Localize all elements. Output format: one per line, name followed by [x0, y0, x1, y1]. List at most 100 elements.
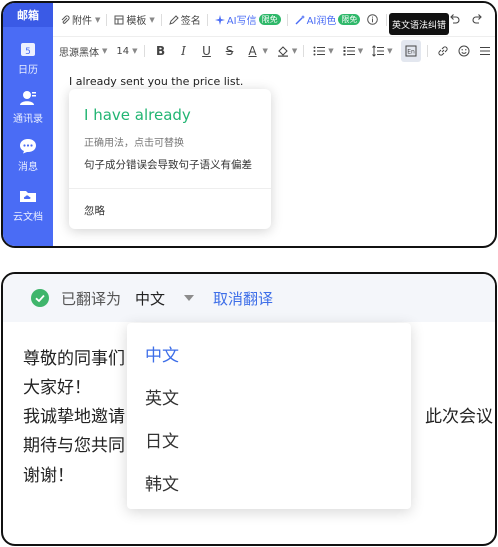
caret-down-icon[interactable]	[183, 292, 195, 304]
info-button[interactable]	[367, 14, 380, 25]
link-icon	[438, 46, 449, 56]
format-toolbar: 思源黑体 ▼ 14 ▼ B I U S A ▼ ▼ ▼ ▼ ▼ En	[53, 37, 495, 65]
body-line: 谢谢！	[23, 466, 74, 486]
sidebar-item-calendar[interactable]: 5 日历	[3, 40, 53, 76]
ai-polish-button[interactable]: AI润色 限免	[295, 12, 361, 27]
chevron-down-icon: ▼	[291, 47, 298, 55]
template-button[interactable]: 模板 ▼	[114, 12, 155, 27]
font-family-value: 思源黑体	[59, 47, 99, 59]
check-circle-icon	[31, 289, 49, 307]
sidebar-item-contacts[interactable]: 通讯录	[3, 89, 53, 125]
body-line: 大家好！	[23, 378, 91, 398]
redo-button[interactable]	[471, 13, 483, 28]
body-line: 我诚挚地邀请	[23, 407, 125, 427]
italic-button[interactable]: I	[177, 44, 191, 58]
emoji-icon	[458, 45, 470, 57]
language-option-chinese[interactable]: 中文	[145, 341, 179, 366]
line-spacing-button[interactable]: ▼	[372, 45, 392, 57]
bullet-list-button[interactable]: ▼	[313, 45, 334, 57]
free-badge: 限免	[338, 14, 361, 25]
sidebar-item-label: 日历	[18, 65, 38, 76]
undo-button[interactable]	[449, 13, 461, 28]
error-description: 句子成分错误会导致句子语义有偏差	[84, 159, 252, 171]
undo-icon	[450, 14, 460, 24]
sidebar-item-label: 云文档	[13, 212, 43, 223]
attachment-label: 附件	[72, 16, 92, 27]
menu-icon	[480, 47, 491, 55]
ignore-button[interactable]: 忽略	[84, 203, 105, 218]
bold-button[interactable]: B	[154, 44, 168, 58]
underline-button[interactable]: U	[200, 44, 214, 58]
toolbar-divider	[143, 45, 145, 57]
translation-bar: 已翻译为 中文 取消翻译	[3, 274, 495, 322]
toolbar-divider	[286, 13, 288, 26]
app-sidebar: 邮箱 5 日历 通讯录 消息 云文档	[3, 3, 53, 246]
grammar-suggestion[interactable]: I have already	[84, 106, 191, 124]
language-option-japanese[interactable]: 日文	[145, 427, 179, 452]
free-badge: 限免	[258, 14, 281, 25]
email-editor-panel: 邮箱 5 日历 通讯录 消息 云文档 附件 ▼ 模板 ▼ 签名 AI写信 限免 …	[1, 1, 497, 248]
toolbar-divider	[106, 13, 108, 26]
svg-text:5: 5	[25, 47, 31, 57]
chevron-down-icon: ▼	[95, 15, 101, 24]
toolbar-divider	[427, 45, 429, 57]
paint-bucket-icon	[277, 46, 288, 57]
popover-divider	[69, 188, 271, 189]
strikethrough-button[interactable]: S	[223, 44, 237, 58]
ai-write-label: AI写信	[226, 16, 257, 27]
tooltip-english-grammar: 英文语法纠错	[389, 13, 449, 35]
font-family-select[interactable]: 思源黑体 ▼	[59, 44, 107, 59]
info-icon	[367, 14, 379, 25]
numbered-list-button[interactable]: ▼	[343, 45, 363, 57]
language-option-korean[interactable]: 韩文	[145, 470, 179, 495]
highlight-button[interactable]: ▼	[277, 45, 297, 57]
sidebar-item-messages[interactable]: 消息	[3, 137, 53, 173]
grammar-check-icon: En	[401, 40, 422, 62]
sidebar-item-cloud-docs[interactable]: 云文档	[3, 187, 53, 223]
svg-text:En: En	[408, 49, 416, 56]
chevron-down-icon: ▼	[262, 47, 268, 55]
grammar-check-button[interactable]: En	[401, 40, 422, 62]
toolbar-divider	[206, 13, 208, 26]
chevron-down-icon: ▼	[149, 15, 155, 24]
contacts-icon	[19, 89, 37, 107]
calendar-icon: 5	[19, 40, 37, 58]
template-label: 模板	[126, 16, 147, 27]
sidebar-item-label: 通讯录	[13, 114, 43, 125]
body-line: 尊敬的同事们	[23, 349, 125, 369]
sidebar-mail-label: 邮箱	[17, 9, 39, 22]
cancel-translation-button[interactable]: 取消翻译	[213, 288, 273, 309]
email-body-text[interactable]: I already sent you the price list.	[69, 75, 243, 88]
font-size-select[interactable]: 14 ▼	[116, 46, 137, 57]
ai-write-button[interactable]: AI写信 限免	[214, 12, 281, 27]
sidebar-item-mail[interactable]: 邮箱	[3, 3, 53, 27]
attachment-button[interactable]: 附件 ▼	[60, 12, 100, 27]
chevron-down-icon: ▼	[357, 47, 364, 55]
grammar-suggestion-popover: I have already 正确用法，点击可替换 句子成分错误会导致句子语义有…	[69, 89, 271, 229]
language-option-english[interactable]: 英文	[145, 384, 179, 409]
language-dropdown-menu: 中文 英文 日文 韩文	[127, 323, 411, 509]
font-color-button[interactable]: A ▼	[246, 44, 268, 58]
template-icon	[114, 15, 124, 24]
message-icon	[19, 137, 37, 155]
pen-icon	[168, 14, 179, 25]
translation-panel: 已翻译为 中文 取消翻译 尊敬的同事们 大家好！ 我诚挚地邀请 此次会议 期待与…	[1, 272, 497, 546]
line-spacing-icon	[372, 45, 385, 57]
chevron-down-icon: ▼	[102, 47, 108, 55]
sidebar-item-label: 消息	[18, 162, 38, 173]
insert-link-button[interactable]	[437, 45, 449, 57]
more-options-button[interactable]	[479, 45, 491, 57]
chevron-down-icon: ▼	[132, 47, 138, 55]
toolbar-divider	[303, 45, 305, 57]
ai-polish-label: AI润色	[306, 16, 337, 27]
font-size-value: 14	[116, 45, 130, 57]
emoji-button[interactable]	[458, 45, 470, 57]
toolbar-divider	[386, 13, 388, 26]
font-color-icon: A	[248, 44, 257, 58]
language-select[interactable]: 中文	[135, 288, 165, 309]
redo-icon	[472, 14, 482, 24]
translated-to-label: 已翻译为	[61, 289, 122, 308]
signature-button[interactable]: 签名	[168, 12, 201, 27]
paperclip-icon	[61, 14, 70, 24]
toolbar-divider	[160, 13, 162, 26]
